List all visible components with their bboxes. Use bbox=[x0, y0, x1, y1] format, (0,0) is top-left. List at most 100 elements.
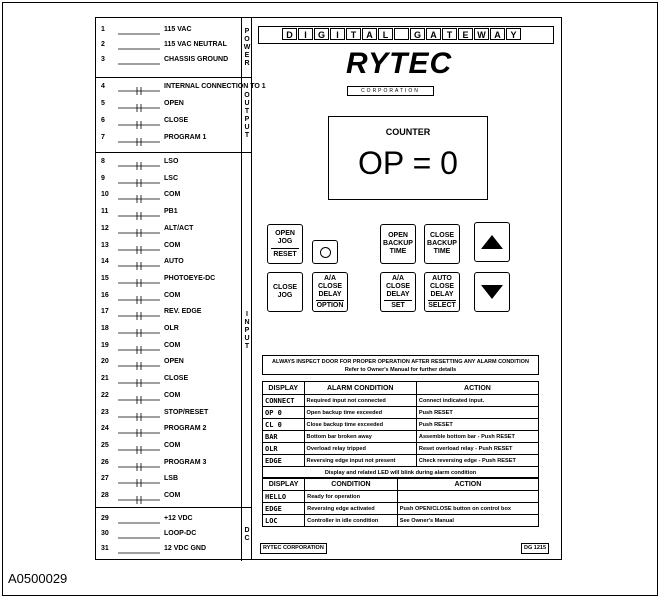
terminal-symbol bbox=[118, 529, 160, 539]
terminal-number: 6 bbox=[101, 117, 105, 124]
brand-letter: T bbox=[346, 28, 361, 40]
terminal-label: CHASSIS GROUND bbox=[164, 56, 229, 63]
counter-display: COUNTER OP = 0 bbox=[328, 116, 488, 200]
terminal-label: OPEN bbox=[164, 100, 184, 107]
terminal-number: 3 bbox=[101, 56, 105, 63]
terminal-symbol bbox=[118, 491, 160, 504]
btn-line: OPEN bbox=[275, 229, 295, 237]
indicator-led-button[interactable] bbox=[312, 240, 338, 264]
up-arrow-button[interactable] bbox=[474, 222, 510, 262]
terminal-label: LSB bbox=[164, 475, 178, 483]
terminal-symbol bbox=[118, 341, 160, 354]
terminal-label: PHOTOEYE-DC bbox=[164, 274, 216, 282]
figure-id: A0500029 bbox=[8, 571, 68, 586]
terminal-label: 115 VAC NEUTRAL bbox=[164, 41, 227, 48]
table-cell: CL 0 bbox=[262, 418, 305, 431]
triangle-up-icon bbox=[481, 235, 503, 249]
input-label: INPUT bbox=[241, 153, 252, 508]
table-header: CONDITION bbox=[304, 477, 398, 491]
aa-close-delay-set-button[interactable]: A/A CLOSE DELAY SET bbox=[380, 272, 416, 312]
brand-letter: Y bbox=[506, 28, 521, 40]
terminal-symbol bbox=[118, 357, 160, 371]
btn-line: A/A bbox=[323, 274, 337, 282]
table-cell: Overload relay tripped bbox=[303, 442, 417, 455]
terminal-symbol bbox=[118, 82, 160, 95]
table-row: HELLO Ready for operation bbox=[261, 490, 540, 503]
footer-code: DG 1215 bbox=[520, 543, 549, 554]
terminal-number: 25 bbox=[101, 441, 109, 449]
terminal-number: 19 bbox=[101, 341, 109, 349]
table-cell: Open backup time exceeded bbox=[303, 406, 417, 419]
terminal-symbol bbox=[118, 55, 160, 65]
down-arrow-button[interactable] bbox=[474, 272, 510, 312]
btn-divider bbox=[428, 299, 456, 301]
brand-letter bbox=[394, 28, 409, 40]
group-letter: T bbox=[244, 107, 250, 115]
warning-notice: ALWAYS INSPECT DOOR FOR PROPER OPERATION… bbox=[262, 355, 539, 375]
table-cell: Close backup time exceeded bbox=[303, 418, 417, 431]
terminal-label: OLR bbox=[164, 325, 179, 332]
btn-line: OPEN bbox=[388, 232, 408, 239]
brand-letter: G bbox=[314, 28, 329, 40]
terminal-label: PROGRAM 1 bbox=[164, 134, 207, 141]
terminal-symbol bbox=[118, 424, 160, 438]
terminal-number: 10 bbox=[101, 191, 109, 199]
status-table: DISPLAY CONDITION ACTION HELLO Ready for ope… bbox=[261, 477, 540, 527]
close-jog-button[interactable]: CLOSE JOG bbox=[267, 272, 303, 312]
terminal-number: 29 bbox=[101, 515, 109, 522]
terminal-symbol bbox=[118, 116, 160, 129]
footer-company: RYTEC CORPORATION bbox=[260, 543, 327, 554]
open-backup-time-button[interactable]: OPEN BACKUP TIME bbox=[380, 224, 416, 264]
brand-letter: W bbox=[474, 28, 489, 40]
terminal-label: CLOSE bbox=[164, 375, 189, 383]
alarm-table: DISPLAY ALARM CONDITION ACTION CONNECT Requi… bbox=[262, 381, 540, 479]
dc-group: DC 29 +12 VDC 30 LOOP-DC 31 12 VDC GND bbox=[96, 508, 252, 561]
terminal-symbol bbox=[118, 133, 160, 146]
terminal-symbol bbox=[118, 99, 160, 112]
terminal-symbol bbox=[118, 224, 160, 237]
btn-line: RESET bbox=[273, 250, 297, 258]
terminal-label: COM bbox=[164, 492, 181, 499]
btn-line: CLOSE bbox=[385, 282, 411, 290]
table-header: ACTION bbox=[415, 381, 540, 395]
group-letter: N bbox=[244, 318, 250, 326]
close-backup-time-button[interactable]: CLOSE BACKUP TIME bbox=[424, 224, 460, 264]
led-icon bbox=[319, 246, 331, 258]
table-cell: HELLO bbox=[261, 490, 306, 503]
terminal-label: COM bbox=[164, 291, 181, 299]
btn-line: CLOSE bbox=[272, 284, 298, 291]
group-letter: O bbox=[244, 91, 250, 99]
btn-line: TIME bbox=[433, 248, 451, 255]
table-row: CL 0 Close backup time exceeded Push RESET bbox=[262, 418, 540, 431]
dc-label: DC bbox=[241, 508, 252, 561]
table-row: OP 0 Open backup time exceeded Push RESET bbox=[262, 406, 540, 419]
terminal-number: 4 bbox=[101, 83, 105, 90]
btn-line: DELAY bbox=[386, 290, 410, 298]
terminal-label: COM bbox=[164, 391, 181, 399]
group-letter: P bbox=[244, 115, 250, 123]
group-letter: T bbox=[244, 131, 250, 139]
terminal-symbol bbox=[118, 474, 160, 488]
table-cell: Ready for operation bbox=[304, 490, 398, 503]
terminal-label: PROGRAM 2 bbox=[164, 425, 207, 433]
table-cell: OP 0 bbox=[262, 406, 305, 419]
btn-line: CLOSE bbox=[429, 282, 455, 290]
aa-close-delay-option-button[interactable]: A/A CLOSE DELAY OPTION bbox=[312, 272, 348, 312]
table-cell: Push OPEN/CLOSE button on control box bbox=[396, 502, 540, 515]
btn-line: TIME bbox=[389, 248, 407, 255]
auto-close-delay-select-button[interactable]: AUTO CLOSE DELAY SELECT bbox=[424, 272, 460, 312]
open-jog-reset-button[interactable]: OPEN JOG RESET bbox=[267, 224, 303, 264]
terminal-label: 12 VDC GND bbox=[164, 545, 207, 552]
group-letter: E bbox=[244, 52, 250, 59]
terminal-label: CLOSE bbox=[164, 117, 189, 124]
group-letter: R bbox=[244, 60, 250, 67]
table-cell: EDGE bbox=[262, 454, 305, 467]
brand-letter: D bbox=[282, 28, 297, 40]
terminal-label: LOOP-DC bbox=[164, 530, 197, 537]
terminal-number: 16 bbox=[101, 291, 109, 299]
terminal-number: 28 bbox=[101, 492, 109, 499]
terminal-number: 30 bbox=[101, 530, 109, 537]
power-group: POWER 1 115 VAC 2 115 VAC NEUTRAL 3 CHASSIS G… bbox=[96, 18, 252, 78]
brand-letter: A bbox=[426, 28, 441, 40]
table-cell: Reset overload relay - Push RESET bbox=[415, 442, 540, 455]
